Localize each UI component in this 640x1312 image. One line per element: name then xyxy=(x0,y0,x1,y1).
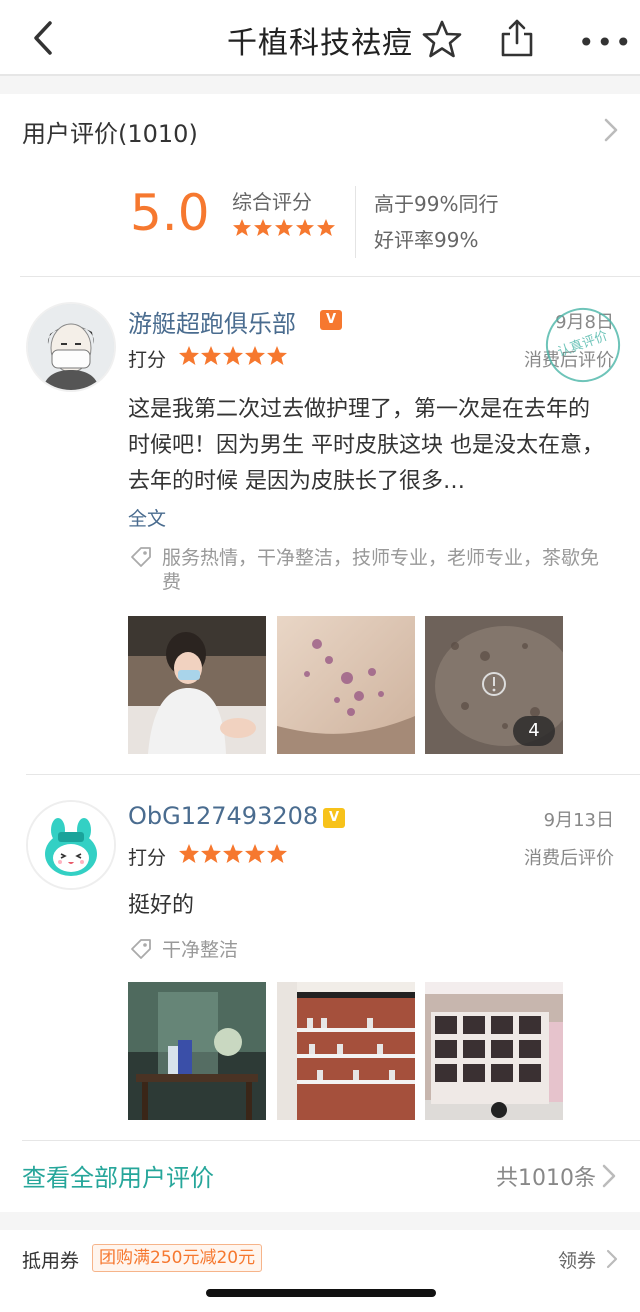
review-photo[interactable] xyxy=(128,616,266,754)
review-post-label: 消费后评价 xyxy=(524,848,614,869)
stat-good-rate: 好评率99% xyxy=(374,228,479,252)
review-date: 9月13日 xyxy=(543,810,614,831)
serious-review-stamp: 认真评价 xyxy=(535,297,631,393)
star-icon xyxy=(296,219,314,236)
review-tags: 干净整洁 xyxy=(162,939,239,961)
bottom-safe-area xyxy=(0,1297,640,1312)
star-icon xyxy=(233,219,251,236)
share-icon[interactable] xyxy=(498,18,536,58)
review-tags: 服务热情，干净整洁，技师专业，老师专业，茶歇免费 xyxy=(162,547,600,593)
tag-icon xyxy=(131,939,151,959)
claim-coupon-button[interactable]: 领券 xyxy=(558,1246,596,1273)
review-photo[interactable] xyxy=(128,982,266,1120)
total-review-count[interactable]: 共1010条 xyxy=(496,1160,596,1192)
reviews-section: 用户评价(1010) 5.0 综合评分 高于99%同行 好评率99% 游艇超跑俱… xyxy=(0,94,640,1212)
review-text: 这是我第二次过去做护理了，第一次是在去年的时候吧！因为男生 平时皮肤这块 也是没… xyxy=(128,397,604,494)
star-icon xyxy=(254,219,272,236)
star-outline-icon[interactable] xyxy=(422,20,462,58)
coupon-row[interactable]: 抵用券 团购满250元减20元 领券 xyxy=(0,1230,640,1288)
review-photo[interactable] xyxy=(277,616,415,754)
review-photo[interactable] xyxy=(277,982,415,1120)
view-all-reviews-link[interactable]: 查看全部用户评价 xyxy=(22,1158,214,1193)
more-photos-badge[interactable]: 4 xyxy=(513,716,555,746)
review-photo[interactable] xyxy=(425,982,563,1120)
home-indicator[interactable] xyxy=(206,1289,436,1297)
divider xyxy=(355,186,356,258)
review-photo[interactable]: 4 xyxy=(425,616,563,754)
more-menu-button[interactable]: ••• xyxy=(578,26,634,59)
tag-icon xyxy=(131,547,151,567)
rating-label: 打分 xyxy=(128,847,167,869)
overall-score: 5.0 xyxy=(130,184,210,242)
top-nav-bar: 千植科技祛痘 ••• xyxy=(0,0,640,76)
score-label: 综合评分 xyxy=(232,190,312,214)
rating-stars xyxy=(179,844,287,863)
review-text: 挺好的 xyxy=(128,893,195,918)
coupon-tag: 团购满250元减20元 xyxy=(92,1244,263,1272)
rating-stars xyxy=(179,346,287,365)
score-stars xyxy=(233,219,335,236)
full-text-link[interactable]: 全文 xyxy=(128,504,166,531)
review-username[interactable]: ObG127493208 xyxy=(128,802,318,830)
star-icon xyxy=(275,219,293,236)
chevron-right-icon[interactable] xyxy=(606,1249,618,1269)
page-title: 千植科技祛痘 xyxy=(227,26,413,61)
review-username[interactable]: 游艇超跑俱乐部 xyxy=(128,304,296,339)
reviews-heading[interactable]: 用户评价(1010) xyxy=(22,114,198,149)
separator-band xyxy=(0,1212,640,1230)
star-icon xyxy=(317,219,335,236)
separator-band xyxy=(0,76,640,94)
rating-label: 打分 xyxy=(128,349,167,371)
avatar[interactable] xyxy=(26,800,116,890)
stat-higher-than-peers: 高于99%同行 xyxy=(374,192,499,216)
vip-badge-icon: V xyxy=(323,808,345,828)
divider xyxy=(22,1140,640,1141)
vip-badge-icon: V xyxy=(320,310,342,330)
avatar[interactable] xyxy=(26,302,116,392)
review-item: ObG127493208 V 9月13日 消费后评价 打分 挺好的 干净整洁 xyxy=(0,774,640,1140)
review-item: 游艇超跑俱乐部 V 9月8日 消费后评价 打分 认真评价 这是我第二次过去做护理… xyxy=(0,276,640,776)
chevron-right-icon[interactable] xyxy=(604,118,618,142)
chevron-right-icon[interactable] xyxy=(602,1164,616,1188)
coupon-label: 抵用券 xyxy=(22,1250,80,1272)
